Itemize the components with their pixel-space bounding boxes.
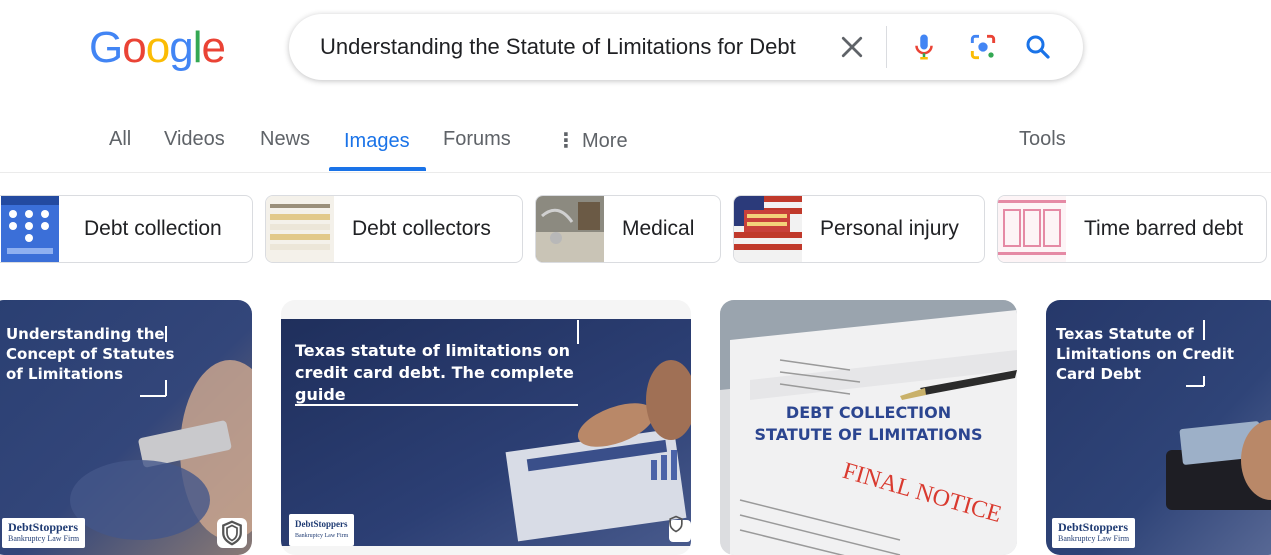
chip-medical[interactable]: Medical: [535, 195, 721, 263]
chip-label: Personal injury: [820, 217, 959, 240]
brand-tagline: Bankruptcy Law Firm: [1058, 534, 1130, 543]
search-divider: [886, 26, 887, 68]
chip-label: Debt collectors: [352, 217, 491, 240]
chip-thumbnail: [998, 196, 1066, 262]
logo-letter: o: [122, 23, 147, 72]
shield-icon: [217, 518, 247, 548]
active-tab-indicator: [329, 167, 426, 171]
tab-videos[interactable]: Videos: [164, 128, 225, 151]
search-input[interactable]: Understanding the Statute of Limitations…: [320, 35, 820, 59]
brand-tagline: Bankruptcy Law Firm: [8, 534, 80, 543]
chip-thumbnail: [1, 196, 59, 262]
image-result[interactable]: DEBT COLLECTION STATUTE OF LIMITATIONS F…: [720, 300, 1017, 555]
chip-label: Time barred debt: [1084, 217, 1244, 240]
search-icon[interactable]: [1023, 32, 1053, 62]
result-headline-line1: DEBT COLLECTION: [785, 403, 952, 422]
chip-thumbnail: [536, 196, 604, 262]
chip-personal-injury[interactable]: Personal injury: [733, 195, 985, 263]
clear-icon[interactable]: [837, 32, 867, 62]
result-overlay-title: Understanding the Concept of Statutes of…: [6, 325, 175, 383]
result-headline-line2: STATUTE OF LIMITATIONS: [754, 425, 983, 444]
brand-logo: DebtStoppers Bankruptcy Law Firm: [1052, 518, 1136, 548]
brand-tagline: Bankruptcy Law Firm: [295, 533, 349, 539]
search-tabs: All Videos News Images Forums ⋮ More Tool…: [0, 120, 1271, 173]
logo-letter: G: [89, 23, 123, 72]
logo-letter: o: [145, 23, 171, 72]
tools-button[interactable]: Tools: [1019, 128, 1066, 151]
tab-images[interactable]: Images: [344, 130, 410, 153]
chip-thumbnail: [734, 196, 802, 262]
result-overlay-title: Texas Statute of Limitations on Credit C…: [1056, 325, 1235, 383]
chip-label: Medical: [622, 217, 695, 240]
shield-icon: [666, 514, 686, 534]
image-result[interactable]: Understanding the Concept of Statutes of…: [0, 300, 252, 555]
chip-thumbnail: [266, 196, 334, 262]
image-result[interactable]: Texas statute of limitations on credit c…: [281, 300, 691, 555]
chip-debt-collectors[interactable]: Debt collectors: [265, 195, 523, 263]
brand-name: DebtStoppers: [1058, 520, 1129, 534]
camera-lens-icon[interactable]: [967, 31, 999, 63]
tab-more[interactable]: ⋮ More: [556, 128, 628, 153]
tab-more-label: More: [582, 130, 628, 152]
chip-label: Debt collection: [84, 217, 222, 240]
chip-debt-collection[interactable]: Debt collection: [0, 195, 253, 263]
chip-time-barred-debt[interactable]: Time barred debt: [997, 195, 1267, 263]
tab-forums[interactable]: Forums: [443, 128, 511, 151]
brand-logo: DebtStoppers Bankruptcy Law Firm: [289, 514, 355, 546]
search-box[interactable]: Understanding the Statute of Limitations…: [289, 14, 1083, 80]
brand-name: DebtStoppers: [295, 519, 348, 529]
tab-news[interactable]: News: [260, 128, 310, 151]
google-logo[interactable]: Google: [89, 23, 226, 72]
more-vert-icon: ⋮: [556, 130, 576, 152]
brand-logo: DebtStoppers Bankruptcy Law Firm: [2, 518, 86, 548]
logo-letter: g: [169, 23, 194, 72]
logo-letter: e: [201, 23, 226, 72]
image-result[interactable]: Texas Statute of Limitations on Credit C…: [1046, 300, 1271, 555]
result-overlay-title: Texas statute of limitations on credit c…: [295, 341, 574, 404]
microphone-icon[interactable]: [909, 31, 939, 63]
tab-all[interactable]: All: [109, 128, 131, 151]
result-headline: DEBT COLLECTION STATUTE OF LIMITATIONS: [720, 402, 1017, 446]
brand-name: DebtStoppers: [8, 520, 79, 534]
